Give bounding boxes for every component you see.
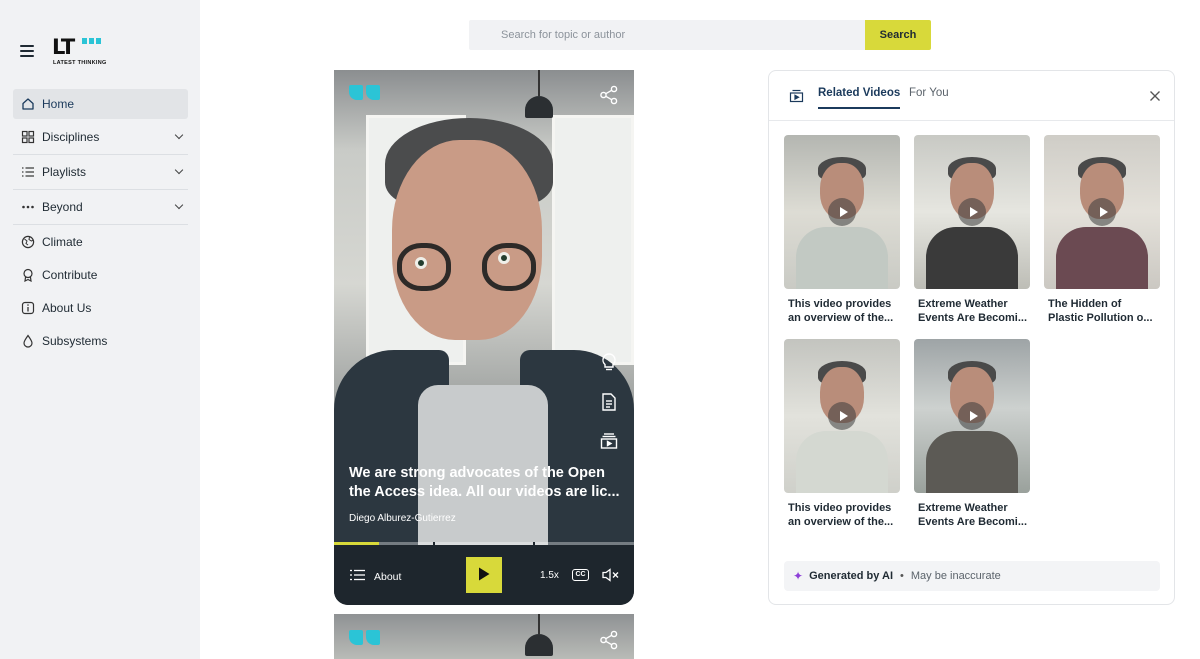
related-video-card[interactable]: This video provides an overview of the... [784,339,900,529]
related-video-title: This video provides an overview of the... [788,502,894,528]
sidebar-item-beyond[interactable]: Beyond [13,192,188,222]
search-input[interactable] [469,20,865,50]
ai-generated-label: Generated by AI [809,570,894,582]
play-icon [1088,198,1116,226]
sidebar-item-subsystems[interactable]: Subsystems [13,326,188,356]
search-bar: Search [469,20,931,50]
speaker-face [392,140,542,340]
sidebar-item-label: Subsystems [42,334,108,348]
related-video-title: This video provides an overview of the... [788,298,894,324]
play-button[interactable] [466,557,502,593]
quote-logo-icon [349,85,380,100]
sidebar-item-label: Beyond [42,200,83,214]
ai-warning-text: May be inaccurate [910,570,1001,582]
logo[interactable]: LT LATEST THINKING [52,36,112,70]
lamp [525,634,553,656]
search-button[interactable]: Search [865,20,931,50]
sidebar-item-label: Disciplines [42,130,100,144]
playlist-icon [789,89,804,103]
document-icon[interactable] [599,392,619,412]
sidebar-item-climate[interactable]: Climate [13,227,188,257]
logo-text: LT [52,35,75,59]
related-video-card[interactable]: The Hidden of Plastic Pollution o... [1044,135,1160,325]
chevron-down-icon[interactable] [174,165,184,175]
video-author[interactable]: Diego Alburez-Gutierrez [349,513,456,524]
sidebar-item-label: Playlists [42,165,87,179]
speaker-eye [415,257,427,269]
sidebar-item-contribute[interactable]: Contribute [13,260,188,290]
share-icon[interactable] [599,630,619,650]
playlist-icon[interactable] [599,431,619,451]
lightbulb-icon[interactable] [599,352,619,372]
speaker-glasses [482,243,536,291]
lamp-cord [538,70,540,96]
dots-icon [21,200,35,214]
playback-speed-button[interactable]: 1.5x [540,570,559,581]
tab-for-you[interactable]: For You [909,87,949,99]
sidebar-item-label: About Us [42,301,92,315]
sidebar-item-home[interactable]: Home [13,89,188,119]
menu-icon[interactable] [20,45,34,57]
separator-dot: • [900,570,904,582]
related-video-title: Extreme Weather Events Are Becomi... [918,502,1028,528]
lamp-cord [538,614,540,634]
speaker-eye [498,252,510,264]
home-icon [21,97,35,111]
video-thumbnail [1044,135,1160,289]
sidebar: LT LATEST THINKING Home Disciplines Play… [0,0,200,659]
play-icon [828,198,856,226]
sparkle-icon: ✦ [793,569,804,583]
globe-icon [21,235,35,249]
grid-icon [21,130,35,144]
chevron-down-icon[interactable] [174,200,184,210]
video-thumbnail [784,135,900,289]
related-video-title: The Hidden of Plastic Pollution o... [1048,298,1153,324]
video-caption: We are strong advocates of the Open the … [349,465,620,500]
sidebar-item-disciplines[interactable]: Disciplines [13,122,188,152]
list-icon [350,569,365,584]
lamp [525,96,553,118]
play-icon [958,402,986,430]
sidebar-nav: Home Disciplines Playlists Beyond Climat… [13,89,188,356]
sidebar-item-label: Contribute [42,268,98,282]
logo-ticks [82,38,101,44]
mute-icon[interactable] [602,568,621,582]
play-icon [958,198,986,226]
logo-tagline: LATEST THINKING [53,60,107,66]
award-icon [21,268,35,282]
ai-disclaimer: ✦ Generated by AI • May be inaccurate [784,561,1160,591]
play-icon [478,567,490,584]
video-thumbnail [914,135,1030,289]
video-thumbnail [784,339,900,493]
sidebar-item-about-us[interactable]: About Us [13,293,188,323]
share-icon[interactable] [599,85,619,105]
list-icon [21,165,35,179]
sidebar-item-playlists[interactable]: Playlists [13,157,188,187]
tab-related-videos[interactable]: Related Videos [818,87,901,109]
related-video-card[interactable]: Extreme Weather Events Are Becomi... [914,135,1030,325]
related-video-title: Extreme Weather Events Are Becomi... [918,298,1028,324]
sidebar-item-label: Climate [42,235,83,249]
play-icon [828,402,856,430]
related-panel: Related Videos For You This video provid… [768,70,1175,605]
info-icon [21,301,35,315]
sidebar-item-label: Home [42,97,75,111]
related-video-card[interactable]: Extreme Weather Events Are Becomi... [914,339,1030,529]
about-button[interactable]: About [350,569,401,584]
close-icon[interactable] [1149,89,1161,101]
background-window [552,115,634,365]
drop-icon [21,334,35,348]
panel-header: Related Videos For You [769,71,1174,121]
video-thumbnail [914,339,1030,493]
related-video-card[interactable]: This video provides an overview of the... [784,135,900,325]
chevron-down-icon[interactable] [174,130,184,140]
closed-captions-button[interactable]: CC [572,569,589,581]
about-label: About [374,570,402,583]
quote-logo-icon [349,630,380,645]
